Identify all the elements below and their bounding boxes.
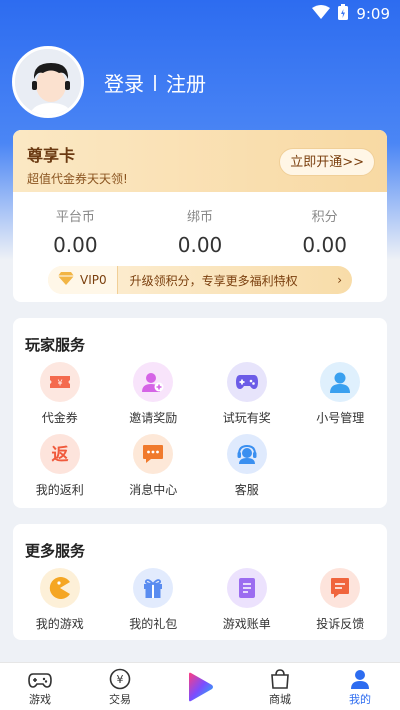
- tab-game[interactable]: 游戏: [0, 663, 80, 710]
- stat-label: 绑币: [187, 210, 214, 225]
- stat-value: 0.00: [53, 233, 98, 257]
- wifi-icon: [312, 5, 331, 23]
- tab-play[interactable]: [160, 663, 240, 710]
- status-time: 9:09: [356, 5, 390, 23]
- player_services-item-6[interactable]: 客服: [200, 434, 294, 498]
- vip-title: 尊享卡: [27, 146, 76, 165]
- service-label: 小号管理: [316, 411, 365, 425]
- auth-links: 登录 注册: [104, 68, 206, 97]
- vip-subtitle: 超值代金券天天领!: [27, 172, 128, 186]
- register-link[interactable]: 注册: [166, 68, 206, 97]
- player_services-item-0[interactable]: ¥ 代金券: [13, 362, 107, 426]
- status-bar: 9:09: [0, 0, 400, 28]
- customer-service-icon: [226, 434, 267, 474]
- my-game-icon: [39, 568, 80, 608]
- tab-mine[interactable]: 我的: [320, 663, 400, 710]
- more-services-card: 更多服务 我的游戏 我的礼包 游戏账单 投诉反馈: [13, 524, 387, 640]
- message-icon: [133, 434, 174, 474]
- stat-bound-coin[interactable]: 绑币 0.00: [138, 206, 263, 257]
- player-services-card: 玩家服务 ¥ 代金券 邀请奖励 试玩有奖 小号管理返我的返利 消息中心 客服: [13, 318, 387, 508]
- stat-value: 0.00: [177, 233, 223, 257]
- tab-label: 商城: [269, 693, 291, 706]
- stat-label: 积分: [311, 210, 338, 225]
- rebate-icon: 返: [39, 434, 80, 474]
- player_services-item-2[interactable]: 试玩有奖: [200, 362, 294, 426]
- service-label: 试玩有奖: [222, 411, 271, 425]
- play-tab-icon: [160, 667, 240, 702]
- tab-label: 游戏: [29, 693, 51, 706]
- service-label: 投诉反馈: [316, 617, 365, 631]
- player-services-grid: ¥ 代金券 邀请奖励 试玩有奖 小号管理返我的返利 消息中心 客服: [13, 362, 387, 498]
- section-title: 更多服务: [25, 542, 86, 560]
- diamond-icon: [58, 272, 74, 288]
- open-vip-button[interactable]: 立即开通>>: [279, 148, 375, 176]
- service-label: 邀请奖励: [129, 411, 178, 425]
- player_services-item-1[interactable]: 邀请奖励: [107, 362, 201, 426]
- bottom-tab-bar: 游戏 ¥ 交易 商城 我的: [0, 662, 400, 710]
- player_services-item-5[interactable]: 消息中心: [107, 434, 201, 498]
- service-label: 客服: [234, 483, 259, 497]
- mall-tab-icon: [240, 667, 320, 691]
- chevron-right-icon: ›: [337, 273, 342, 287]
- gift-icon: [133, 568, 174, 608]
- svg-text:¥: ¥: [57, 379, 62, 388]
- player_services-item-4[interactable]: 返我的返利: [13, 434, 107, 498]
- service-label: 游戏账单: [222, 617, 271, 631]
- svg-text:返: 返: [51, 445, 68, 465]
- service-label: 消息中心: [129, 483, 178, 497]
- svg-text:¥: ¥: [117, 673, 124, 686]
- vip-promo-text: 升级领积分，专享更多福利特权: [129, 273, 298, 288]
- tab-trade[interactable]: ¥ 交易: [80, 663, 160, 710]
- account-icon: [320, 362, 361, 402]
- bill-icon: [226, 568, 267, 608]
- balance-stats: 平台币 0.00 绑币 0.00 积分 0.00: [13, 206, 387, 257]
- stat-points[interactable]: 积分 0.00: [262, 206, 387, 257]
- battery-icon: [338, 4, 349, 24]
- invite-user-icon: [133, 362, 174, 402]
- service-label: 代金券: [41, 411, 78, 425]
- vip-level: VIP0: [48, 266, 118, 294]
- feedback-icon: [320, 568, 361, 608]
- more_services-item-3[interactable]: 投诉反馈: [294, 568, 388, 632]
- gamepad-icon: [226, 362, 267, 402]
- section-title: 玩家服务: [25, 336, 86, 354]
- stat-label: 平台币: [55, 210, 95, 225]
- more_services-item-0[interactable]: 我的游戏: [13, 568, 107, 632]
- tab-mall[interactable]: 商城: [240, 663, 320, 710]
- voucher-icon: ¥: [39, 362, 80, 402]
- vip-upgrade-bar[interactable]: VIP0 升级领积分，专享更多福利特权 ›: [48, 266, 352, 294]
- player_services-item-3[interactable]: 小号管理: [294, 362, 388, 426]
- tab-label: 交易: [109, 693, 131, 706]
- avatar[interactable]: [12, 46, 84, 118]
- vip-level-text: VIP0: [80, 273, 107, 287]
- service-label: 我的礼包: [129, 617, 178, 631]
- service-label: 我的返利: [35, 483, 84, 497]
- vip-banner: 尊享卡 超值代金券天天领! 立即开通>>: [13, 130, 387, 192]
- more_services-item-1[interactable]: 我的礼包: [107, 568, 201, 632]
- auth-divider: [154, 74, 156, 91]
- more-services-grid: 我的游戏 我的礼包 游戏账单 投诉反馈: [13, 568, 387, 632]
- game-tab-icon: [0, 667, 80, 691]
- service-label: 我的游戏: [35, 617, 84, 631]
- stat-platform-coin[interactable]: 平台币 0.00: [13, 206, 138, 257]
- more_services-item-2[interactable]: 游戏账单: [200, 568, 294, 632]
- login-link[interactable]: 登录: [104, 68, 144, 97]
- stat-value: 0.00: [302, 233, 347, 257]
- mine-tab-icon: [320, 667, 400, 691]
- trade-tab-icon: ¥: [80, 667, 160, 691]
- tab-label: 我的: [349, 693, 371, 706]
- vip-card: 尊享卡 超值代金券天天领! 立即开通>> 平台币 0.00 绑币 0.00 积分…: [13, 130, 387, 302]
